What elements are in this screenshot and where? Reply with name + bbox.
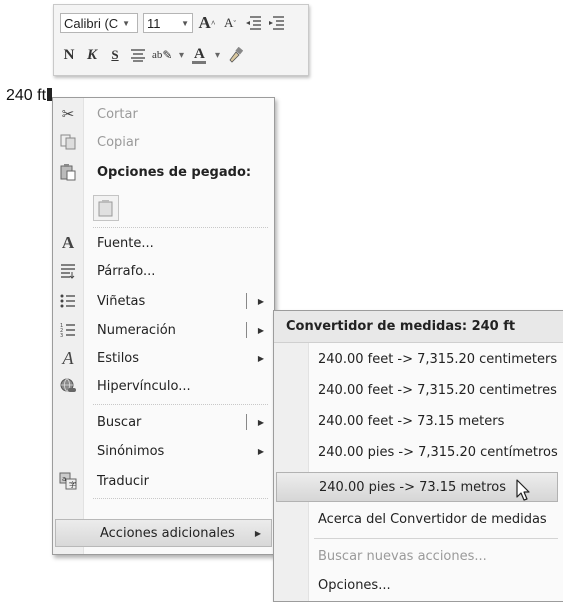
paragraph-icon — [58, 261, 78, 281]
numbering-icon: 123 — [58, 320, 78, 340]
underline-button[interactable]: S — [106, 45, 124, 65]
svg-text:字: 字 — [69, 480, 76, 489]
svg-text:a: a — [62, 475, 66, 483]
hyperlink-icon — [58, 376, 78, 396]
menu-separator — [93, 404, 268, 405]
grow-font-icon[interactable]: A ^ — [198, 13, 216, 33]
highlight-button[interactable]: ab ✎ — [152, 45, 172, 65]
split-divider — [246, 322, 247, 338]
svg-text:3: 3 — [60, 333, 63, 338]
italic-button[interactable]: K — [83, 45, 101, 65]
font-size-combo[interactable]: 11 ▼ — [143, 13, 193, 33]
menu-item-synonyms[interactable]: Sinónimos ▶ — [53, 437, 274, 465]
font-name-value: Calibri (C — [64, 15, 119, 31]
menu-item-hyperlink[interactable]: Hipervínculo... — [53, 372, 274, 400]
mini-toolbar-row-2: N K S ab ✎ ▾ A ▾ — [60, 43, 302, 67]
increase-indent-icon[interactable] — [267, 13, 285, 33]
translate-icon: a字 — [58, 471, 78, 491]
submenu-item-pies-centimetros[interactable]: 240.00 pies -> 7,315.20 centímetros — [274, 437, 563, 467]
submenu-header: Convertidor de medidas: 240 ft — [274, 311, 563, 343]
styles-icon: A — [62, 347, 74, 368]
menu-item-translate[interactable]: a字 Traducir — [53, 467, 274, 495]
menu-item-numbering[interactable]: 123 Numeración ▶ — [53, 316, 274, 344]
bold-button[interactable]: N — [60, 45, 78, 65]
submenu-separator — [314, 538, 558, 539]
scissors-icon: ✂ — [61, 105, 75, 123]
submenu-arrow-icon[interactable]: ▶ — [258, 418, 264, 427]
bullets-icon — [58, 291, 78, 311]
paste-icon — [58, 162, 78, 182]
submenu-item-feet-centimetres[interactable]: 240.00 feet -> 7,315.20 centimetres — [274, 375, 563, 405]
mini-toolbar-row-1: Calibri (C ▼ 11 ▼ A ^ Aˇ — [60, 11, 302, 35]
split-divider — [246, 293, 247, 309]
menu-item-cut[interactable]: ✂ Cortar — [53, 100, 274, 128]
chevron-down-icon: ▼ — [181, 18, 189, 28]
submenu-item-feet-meters[interactable]: 240.00 feet -> 73.15 meters — [274, 406, 563, 436]
submenu-item-feet-centimeters[interactable]: 240.00 feet -> 7,315.20 centimeters — [274, 344, 563, 374]
chevron-down-icon: ▼ — [122, 18, 131, 28]
shrink-font-icon[interactable]: Aˇ — [221, 13, 239, 33]
submenu-arrow-icon: ▶ — [257, 446, 264, 456]
menu-item-styles[interactable]: A Estilos ▶ — [53, 344, 274, 372]
menu-item-paste-options-header: Opciones de pegado: — [53, 158, 274, 186]
font-color-button[interactable]: A — [190, 45, 208, 65]
mini-toolbar: Calibri (C ▼ 11 ▼ A ^ Aˇ N K S ab ✎ ▾ A ▾ — [53, 4, 309, 76]
menu-item-paragraph[interactable]: Párrafo... — [53, 257, 274, 285]
format-painter-icon[interactable] — [226, 45, 244, 65]
font-color-icon: A — [194, 45, 205, 62]
submenu-arrow-icon: ▶ — [254, 528, 261, 538]
submenu-arrow-icon[interactable]: ▶ — [258, 297, 264, 306]
font-size-value: 11 — [147, 15, 161, 31]
font-icon: A — [61, 233, 75, 252]
menu-item-copy[interactable]: Copiar — [53, 128, 274, 156]
menu-item-search[interactable]: Buscar ▶ — [53, 408, 274, 436]
decrease-indent-icon[interactable] — [244, 13, 262, 33]
font-name-combo[interactable]: Calibri (C ▼ — [60, 13, 138, 33]
menu-separator — [93, 498, 268, 499]
highlight-icon: ab — [152, 49, 163, 61]
copy-icon — [58, 132, 78, 152]
paste-keep-text-only-button[interactable] — [93, 195, 119, 221]
menu-item-bullets[interactable]: Viñetas ▶ — [53, 287, 274, 315]
context-menu: ✂ Cortar Copiar Opciones de pegado: A Fu… — [52, 97, 275, 555]
submenu-item-about-converter[interactable]: Acerca del Convertidor de medidas — [274, 504, 563, 534]
additional-actions-submenu: Convertidor de medidas: 240 ft 240.00 fe… — [273, 310, 563, 602]
center-align-icon[interactable] — [129, 45, 147, 65]
submenu-arrow-icon: ▶ — [257, 353, 264, 363]
menu-item-additional-actions[interactable]: Acciones adicionales ▶ — [55, 519, 272, 547]
menu-separator — [93, 227, 268, 228]
menu-item-font[interactable]: A Fuente... — [53, 229, 274, 257]
chevron-down-icon[interactable]: ▾ — [213, 45, 221, 65]
chevron-down-icon[interactable]: ▾ — [177, 45, 185, 65]
selected-text[interactable]: 240 ft — [6, 87, 53, 105]
submenu-item-options[interactable]: Opciones... — [274, 570, 563, 600]
split-divider — [246, 414, 247, 430]
submenu-item-search-actions[interactable]: Buscar nuevas acciones... — [274, 541, 563, 571]
mouse-pointer-icon — [516, 479, 532, 507]
submenu-arrow-icon[interactable]: ▶ — [258, 326, 264, 335]
